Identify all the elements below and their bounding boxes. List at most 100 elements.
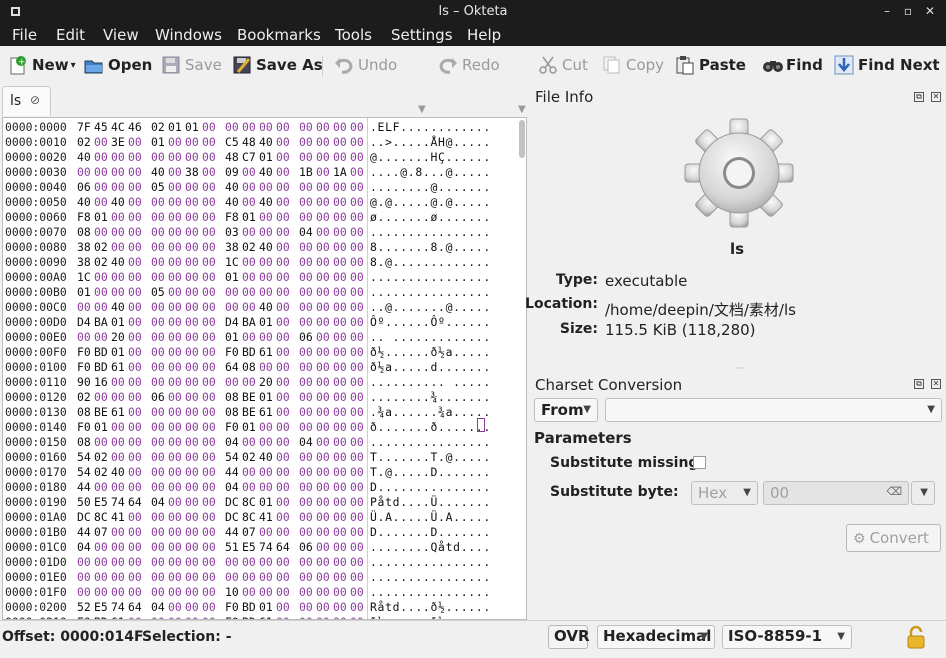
hex-byte[interactable]: 02: [77, 390, 91, 405]
hex-byte[interactable]: 02: [94, 450, 108, 465]
hex-byte[interactable]: 00: [185, 300, 199, 315]
hex-byte[interactable]: 51: [225, 540, 239, 555]
hex-byte[interactable]: 00: [242, 120, 256, 135]
hex-row[interactable]: 0000:01E0 00 00 00 00 00 00 00 00 00 00 00 00 00 00 00 0…: [3, 570, 523, 585]
ascii-column[interactable]: ð½a.....d.......: [370, 360, 491, 375]
hex-byte[interactable]: 00: [333, 300, 347, 315]
hex-byte[interactable]: 00: [128, 270, 142, 285]
hex-byte[interactable]: 00: [259, 180, 273, 195]
hex-byte[interactable]: 00: [316, 270, 330, 285]
hex-byte[interactable]: 00: [350, 315, 364, 330]
hex-byte[interactable]: 00: [299, 555, 313, 570]
hex-byte[interactable]: 00: [242, 465, 256, 480]
ascii-column[interactable]: 8.......8.@.....: [370, 240, 491, 255]
hex-byte[interactable]: 00: [276, 480, 290, 495]
hex-byte[interactable]: 04: [151, 495, 165, 510]
hex-byte[interactable]: 01: [242, 210, 256, 225]
close-tab-icon[interactable]: ⊘: [30, 93, 40, 107]
hex-byte[interactable]: 00: [299, 525, 313, 540]
hex-row[interactable]: 0000:0020 40 00 00 00 00 00 00 00 48 C7 01 00 00 00 00 0…: [3, 150, 523, 165]
hex-byte[interactable]: 8C: [242, 510, 256, 525]
hex-byte[interactable]: 00: [242, 555, 256, 570]
hex-byte[interactable]: 00: [168, 540, 182, 555]
hex-byte[interactable]: 00: [276, 285, 290, 300]
hex-byte[interactable]: 00: [276, 450, 290, 465]
hex-byte[interactable]: 00: [350, 435, 364, 450]
hex-byte[interactable]: 08: [77, 405, 91, 420]
hex-byte[interactable]: 45: [94, 120, 108, 135]
hex-byte[interactable]: 00: [128, 165, 142, 180]
hex-row[interactable]: 0000:01D0 00 00 00 00 00 00 00 00 00 00 00 00 00 00 00 0…: [3, 555, 523, 570]
hex-byte[interactable]: 00: [333, 225, 347, 240]
overwrite-mode-button[interactable]: OVR: [548, 625, 590, 649]
hex-byte[interactable]: 00: [111, 180, 125, 195]
hex-byte[interactable]: 00: [299, 240, 313, 255]
hex-byte[interactable]: 8C: [242, 495, 256, 510]
hex-byte[interactable]: 00: [202, 240, 216, 255]
hex-byte[interactable]: 00: [299, 300, 313, 315]
hex-byte[interactable]: 00: [151, 195, 165, 210]
hex-byte[interactable]: 00: [333, 240, 347, 255]
hex-byte[interactable]: 00: [276, 270, 290, 285]
hex-byte[interactable]: 00: [350, 525, 364, 540]
hex-byte[interactable]: 00: [111, 240, 125, 255]
hex-byte[interactable]: 02: [94, 465, 108, 480]
hex-byte[interactable]: 00: [185, 180, 199, 195]
hex-row[interactable]: 0000:0120 02 00 00 00 06 00 00 00 08 BE 01 00 00 00 00 0…: [3, 390, 523, 405]
hex-byte[interactable]: 00: [333, 210, 347, 225]
hex-byte[interactable]: BD: [94, 345, 108, 360]
hex-row[interactable]: 0000:0160 54 02 00 00 00 00 00 00 54 02 40 00 00 00 00 0…: [3, 450, 523, 465]
hex-byte[interactable]: 00: [168, 375, 182, 390]
menu-view[interactable]: View: [103, 26, 139, 44]
hex-row[interactable]: 0000:0140 F0 01 00 00 00 00 00 00 F0 01 00 00 00 00 00 0…: [3, 420, 523, 435]
hex-byte[interactable]: 00: [168, 315, 182, 330]
hex-byte[interactable]: 00: [128, 300, 142, 315]
hex-byte[interactable]: 00: [151, 300, 165, 315]
hex-byte[interactable]: 40: [111, 255, 125, 270]
hex-byte[interactable]: 16: [94, 375, 108, 390]
hex-byte[interactable]: 04: [299, 225, 313, 240]
hex-byte[interactable]: 00: [316, 465, 330, 480]
hex-byte[interactable]: 00: [333, 180, 347, 195]
hex-byte[interactable]: 00: [202, 120, 216, 135]
hex-byte[interactable]: 00: [276, 360, 290, 375]
hex-row[interactable]: 0000:0100 F0 BD 61 00 00 00 00 00 64 08 00 00 00 00 00 0…: [3, 360, 523, 375]
ascii-column[interactable]: ....@.8...@.....: [370, 165, 491, 180]
hex-byte[interactable]: 00: [185, 570, 199, 585]
hex-byte[interactable]: 00: [202, 285, 216, 300]
hex-byte[interactable]: 00: [276, 435, 290, 450]
hex-byte[interactable]: 04: [77, 540, 91, 555]
ascii-column[interactable]: ................: [370, 585, 491, 600]
hex-byte[interactable]: 00: [316, 570, 330, 585]
hex-byte[interactable]: 00: [111, 285, 125, 300]
hex-byte[interactable]: 00: [202, 270, 216, 285]
copy-button[interactable]: Copy: [602, 54, 664, 76]
hex-byte[interactable]: 50: [77, 495, 91, 510]
hex-byte[interactable]: 00: [276, 330, 290, 345]
substitute-byte-dropdown[interactable]: ▼: [911, 481, 935, 505]
hex-byte[interactable]: 00: [168, 150, 182, 165]
hex-byte[interactable]: 08: [77, 435, 91, 450]
ascii-column[interactable]: ........Qåtd....: [370, 540, 491, 555]
hex-byte[interactable]: 00: [276, 495, 290, 510]
hex-byte[interactable]: 00: [259, 435, 273, 450]
hex-byte[interactable]: 00: [128, 570, 142, 585]
hex-byte[interactable]: 00: [299, 585, 313, 600]
hex-byte[interactable]: 00: [350, 330, 364, 345]
ascii-column[interactable]: Påtd....Ü.......: [370, 495, 491, 510]
hex-byte[interactable]: 74: [111, 495, 125, 510]
hex-byte[interactable]: 00: [151, 360, 165, 375]
hex-byte[interactable]: 06: [77, 180, 91, 195]
hex-byte[interactable]: 00: [333, 480, 347, 495]
ascii-column[interactable]: ........@.......: [370, 180, 491, 195]
hex-byte[interactable]: 00: [299, 600, 313, 615]
hex-byte[interactable]: 01: [94, 420, 108, 435]
hex-byte[interactable]: 00: [168, 180, 182, 195]
hex-byte[interactable]: 00: [185, 360, 199, 375]
hex-byte[interactable]: 00: [242, 585, 256, 600]
hex-row[interactable]: 0000:0030 00 00 00 00 40 00 38 00 09 00 40 00 1B 00 1A 0…: [3, 165, 523, 180]
hex-byte[interactable]: 00: [225, 555, 239, 570]
hex-byte[interactable]: 00: [168, 195, 182, 210]
hex-byte[interactable]: 00: [202, 555, 216, 570]
hex-byte[interactable]: 00: [128, 555, 142, 570]
